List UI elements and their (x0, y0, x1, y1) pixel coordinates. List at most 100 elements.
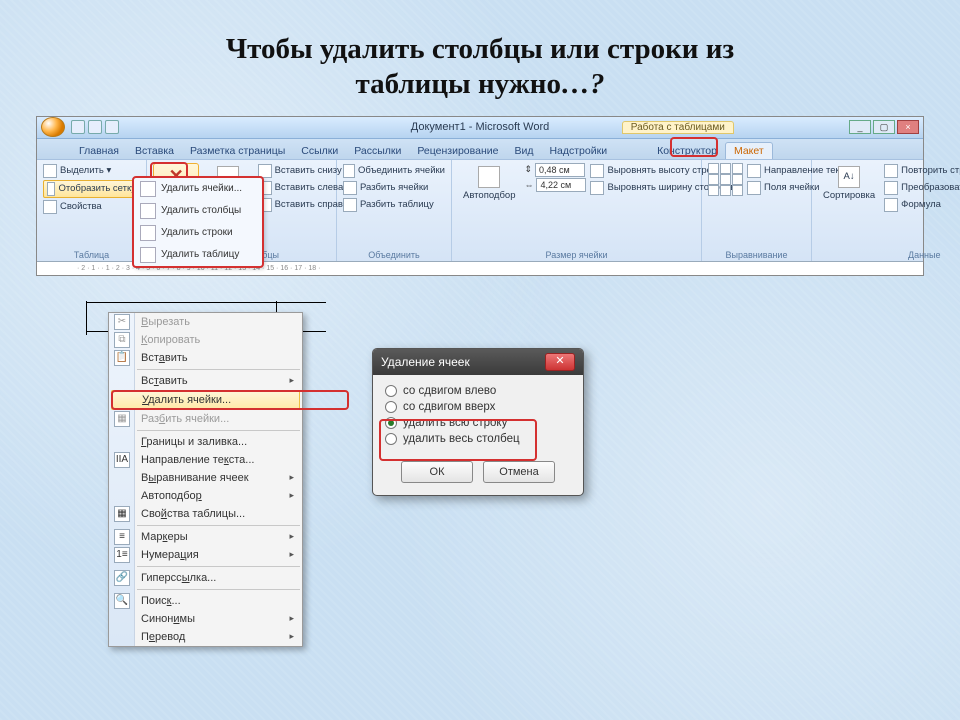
ctx-cell-align[interactable]: Выравнивание ячеек▸ (109, 469, 302, 487)
ctx-paste[interactable]: 📋Вставить (109, 349, 302, 367)
word-ribbon-screenshot: Документ1 - Microsoft Word Работа с табл… (36, 116, 924, 276)
ctx-hyperlink[interactable]: 🔗Гиперссылка... (109, 569, 302, 587)
context-menu: ✂ВВырезатьырезать ⧉Копировать 📋Вставить … (108, 312, 303, 647)
delete-cells-dialog: Удаление ячеек ✕ со сдвигом влево со сдв… (372, 348, 584, 496)
window-close-button[interactable]: × (897, 120, 919, 134)
radio-icon (385, 385, 397, 397)
link-icon: 🔗 (114, 570, 130, 586)
radio-icon (385, 417, 397, 429)
split-table-button[interactable]: Разбить таблицу (343, 197, 445, 213)
ctx-copy[interactable]: ⧉Копировать (109, 331, 302, 349)
ctx-insert[interactable]: Вставить▸ (109, 372, 302, 390)
tab-review[interactable]: Рецензирование (409, 143, 506, 159)
sort-button[interactable]: A↓ Сортировка (818, 163, 880, 204)
window-titlebar: Документ1 - Microsoft Word Работа с табл… (37, 117, 923, 139)
slide-title: Чтобы удалить столбцы или строки из табл… (0, 0, 960, 116)
ctx-delete-cells[interactable]: Удалить ячейки... (111, 390, 300, 410)
radio-icon (385, 433, 397, 445)
show-gridlines-button[interactable]: Отобразить сетку (43, 180, 140, 198)
ctx-lookup[interactable]: 🔍Поиск... (109, 592, 302, 610)
table-props-icon: ▦ (114, 506, 130, 522)
separator (137, 369, 300, 370)
group-alignment: Направление текста Поля ячейки Выравнива… (702, 160, 812, 261)
menu-delete-cells[interactable]: Удалить ячейки... (134, 178, 262, 200)
formula-button[interactable]: Формула (884, 197, 960, 213)
cut-icon: ✂ (114, 314, 130, 330)
ctx-bullets[interactable]: ≡Маркеры▸ (109, 528, 302, 546)
radio-shift-up[interactable]: со сдвигом вверх (385, 399, 571, 415)
group-label-align: Выравнивание (708, 248, 805, 260)
numbering-icon: 1≡ (114, 547, 130, 563)
menu-delete-table[interactable]: Удалить таблицу (134, 244, 262, 266)
menu-delete-columns[interactable]: Удалить столбцы (134, 200, 262, 222)
radio-delete-row[interactable]: удалить всю строку (385, 415, 571, 431)
menu-delete-rows[interactable]: Удалить строки (134, 222, 262, 244)
tab-view[interactable]: Вид (506, 143, 541, 159)
document-title: Документ1 - Microsoft Word (411, 121, 549, 133)
tab-references[interactable]: Ссылки (293, 143, 346, 159)
group-data: A↓ Сортировка Повторить строки заголовко… (812, 160, 960, 261)
bullets-icon: ≡ (114, 529, 130, 545)
merge-cells-button[interactable]: Объединить ячейки (343, 163, 445, 179)
contextual-tab-title: Работа с таблицами (622, 121, 734, 134)
group-label-table: Таблица (43, 248, 140, 260)
dialog-title-text: Удаление ячеек (381, 355, 470, 369)
group-label-data: Данные (818, 248, 960, 260)
ok-button[interactable]: ОК (401, 461, 473, 483)
cancel-button[interactable]: Отмена (483, 461, 555, 483)
separator (137, 525, 300, 526)
insert-below-button[interactable]: Вставить снизу (258, 163, 349, 179)
repeat-header-button[interactable]: Повторить строки заголовков (884, 163, 960, 179)
ctx-cut[interactable]: ✂ВВырезатьырезать (109, 313, 302, 331)
col-width-input[interactable]: 4,22 см (536, 178, 586, 192)
ctx-synonyms[interactable]: Синонимы▸ (109, 610, 302, 628)
group-cell-size: Автоподбор ⇕0,48 см ⇔4,22 см Выровнять в… (452, 160, 702, 261)
ctx-translate[interactable]: Перевод▸ (109, 628, 302, 646)
qat-redo-icon[interactable] (105, 120, 119, 134)
group-merge: Объединить ячейки Разбить ячейки Разбить… (337, 160, 452, 261)
office-button[interactable] (41, 117, 65, 137)
separator (137, 566, 300, 567)
split-cells-button[interactable]: Разбить ячейки (343, 180, 445, 196)
properties-button[interactable]: Свойства (43, 199, 140, 215)
insert-left-button[interactable]: Вставить слева (258, 180, 349, 196)
insert-right-button[interactable]: Вставить справа (258, 197, 349, 213)
dialog-close-button[interactable]: ✕ (545, 353, 575, 371)
window-maximize-button[interactable]: ▢ (873, 120, 895, 134)
paste-icon: 📋 (114, 350, 130, 366)
separator (137, 589, 300, 590)
quick-access-toolbar (71, 120, 119, 134)
convert-text-button[interactable]: Преобразовать в текст (884, 180, 960, 196)
row-height-input[interactable]: 0,48 см (535, 163, 585, 177)
ctx-numbering[interactable]: 1≡Нумерация▸ (109, 546, 302, 564)
radio-shift-left[interactable]: со сдвигом влево (385, 383, 571, 399)
ctx-split-cells[interactable]: ▦Разбить ячейки... (109, 410, 302, 428)
tab-home[interactable]: Главная (71, 143, 127, 159)
tab-table-design[interactable]: Конструктор (649, 143, 725, 159)
group-table: Выделить ▾ Отобразить сетку Свойства Таб… (37, 160, 147, 261)
dialog-titlebar: Удаление ячеек ✕ (373, 349, 583, 375)
qat-save-icon[interactable] (71, 120, 85, 134)
ctx-table-props[interactable]: ▦Свойства таблицы... (109, 505, 302, 523)
ctx-borders[interactable]: Границы и заливка... (109, 433, 302, 451)
tab-addins[interactable]: Надстройки (541, 143, 615, 159)
tab-table-layout[interactable]: Макет (725, 142, 773, 159)
autofit-icon (478, 166, 500, 188)
window-minimize-button[interactable]: _ (849, 120, 871, 134)
bottom-composite: ✂ВВырезатьырезать ⧉Копировать 📋Вставить … (36, 302, 924, 642)
ctx-autofit[interactable]: Автоподбор▸ (109, 487, 302, 505)
tab-insert[interactable]: Вставка (127, 143, 182, 159)
tab-page-layout[interactable]: Разметка страницы (182, 143, 293, 159)
sort-icon: A↓ (838, 166, 860, 188)
group-label-merge: Объединить (343, 248, 445, 260)
select-button[interactable]: Выделить ▾ (43, 163, 140, 179)
autofit-button[interactable]: Автоподбор (458, 163, 520, 204)
group-label-cellsize: Размер ячейки (458, 248, 695, 260)
separator (137, 430, 300, 431)
ctx-text-direction[interactable]: IIAНаправление текста... (109, 451, 302, 469)
radio-delete-col[interactable]: удалить весь столбец (385, 431, 571, 447)
copy-icon: ⧉ (114, 332, 130, 348)
qat-undo-icon[interactable] (88, 120, 102, 134)
delete-dropdown-menu: Удалить ячейки... Удалить столбцы Удалит… (133, 177, 263, 267)
tab-mailings[interactable]: Рассылки (346, 143, 409, 159)
